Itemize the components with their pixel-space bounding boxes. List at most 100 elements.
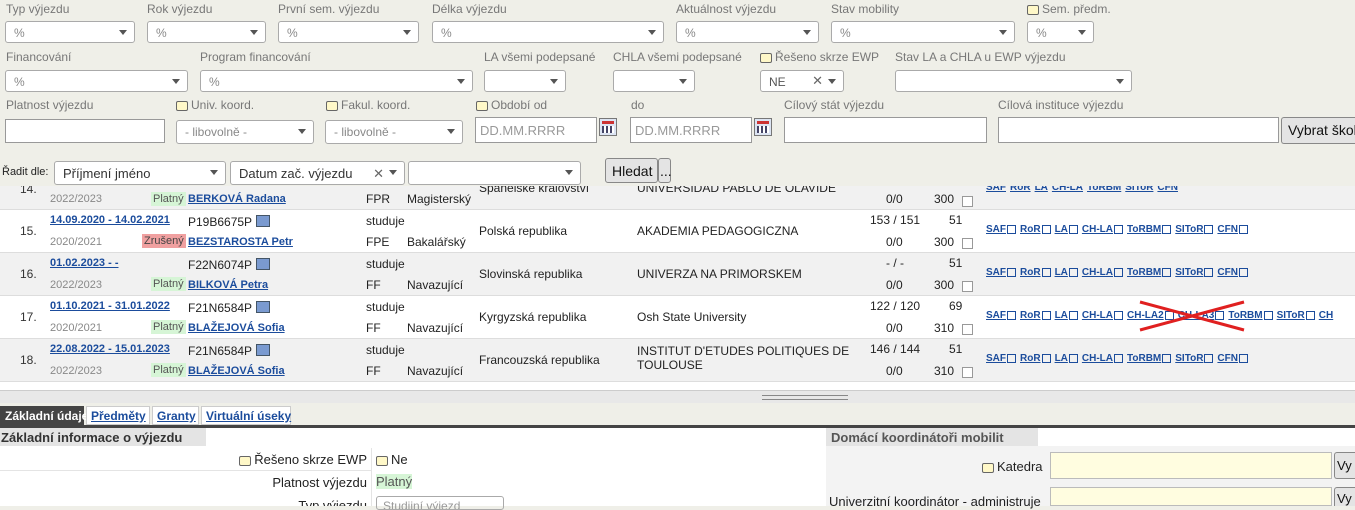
katedra-input[interactable] bbox=[1050, 452, 1332, 479]
univ-koordinator-input[interactable] bbox=[1050, 487, 1332, 506]
stav-la-chla-select[interactable] bbox=[895, 70, 1132, 92]
tab-predmety[interactable]: Předměty bbox=[86, 406, 150, 425]
link-text: SIToR bbox=[1276, 310, 1305, 321]
ror-link[interactable]: RoR bbox=[1020, 353, 1051, 364]
la-link[interactable]: LA bbox=[1055, 224, 1078, 235]
ror-link[interactable]: RoR bbox=[1020, 267, 1051, 278]
torbm-link[interactable]: ToRBM bbox=[1127, 353, 1172, 364]
id-card-icon[interactable] bbox=[256, 301, 271, 313]
ror-link[interactable]: RoR bbox=[1020, 224, 1051, 235]
table-row[interactable]: 15. 14.09.2020 - 14.02.2021 2020/2021 Zr… bbox=[0, 210, 1355, 253]
student-name-link[interactable]: BEZSTAROSTA Petr bbox=[188, 236, 293, 248]
sort2-select[interactable]: Datum zač. výjezdu ✕ bbox=[230, 161, 405, 185]
id-card-icon[interactable] bbox=[256, 344, 271, 356]
sort1-select[interactable]: Příjmení jméno bbox=[54, 161, 226, 185]
cfn-link[interactable]: CFN bbox=[1217, 353, 1248, 364]
chla-link[interactable]: CH-LA bbox=[1082, 310, 1124, 321]
ror-link[interactable]: RoR bbox=[1010, 186, 1031, 193]
date-range-link[interactable]: 01.02.2023 - - bbox=[50, 257, 119, 269]
date-range-link[interactable]: 14.09.2020 - 14.02.2021 bbox=[50, 214, 170, 226]
table-row[interactable]: 16. 01.02.2023 - - 2022/2023 Platný F22N… bbox=[0, 253, 1355, 296]
cilova-instituce-input[interactable] bbox=[998, 117, 1279, 143]
chla-link[interactable]: CH-LA bbox=[1082, 353, 1124, 364]
id-card-icon[interactable] bbox=[256, 258, 271, 270]
sitor-link[interactable]: SIToR bbox=[1277, 310, 1315, 321]
vybrat-katedra-button[interactable]: Vy bbox=[1334, 452, 1355, 479]
row-checkbox[interactable] bbox=[962, 238, 973, 249]
typ-vyjezdu-select[interactable]: Studijní výjezd bbox=[376, 496, 504, 510]
platnost-input[interactable] bbox=[5, 119, 165, 143]
calendar-icon[interactable] bbox=[754, 118, 772, 136]
date-range-link[interactable]: 22.08.2022 - 15.01.2023 bbox=[50, 343, 170, 355]
sitor-link[interactable]: SIToR bbox=[1175, 267, 1214, 278]
clear-icon[interactable]: ✕ bbox=[373, 166, 384, 182]
ror-link[interactable]: RoR bbox=[1020, 310, 1051, 321]
sitor-link[interactable]: SIToR bbox=[1175, 224, 1214, 235]
cilovy-stat-input[interactable] bbox=[784, 117, 987, 143]
search-button[interactable]: Hledat bbox=[605, 158, 658, 183]
id-card-icon[interactable] bbox=[256, 215, 271, 227]
student-name-link[interactable]: BILKOVÁ Petra bbox=[188, 279, 268, 291]
torbm-link[interactable]: ToRBM bbox=[1127, 267, 1172, 278]
la-link[interactable]: LA bbox=[1055, 353, 1078, 364]
prvni-sem-select[interactable]: % bbox=[278, 21, 419, 43]
sitor-link[interactable]: SIToR bbox=[1175, 353, 1214, 364]
la-link[interactable]: LA bbox=[1055, 310, 1078, 321]
sem-predm-select[interactable]: % bbox=[1027, 21, 1094, 43]
row-checkbox[interactable] bbox=[962, 324, 973, 335]
cfn-link[interactable]: CFN bbox=[1217, 224, 1248, 235]
cfn-link[interactable]: CFN bbox=[1217, 267, 1248, 278]
chla-link[interactable]: CH-LA bbox=[1082, 267, 1124, 278]
vybrat-skolu-button[interactable]: Vybrat škol bbox=[1281, 117, 1355, 144]
saf-link[interactable]: SAF bbox=[986, 224, 1016, 235]
more-button[interactable]: ... bbox=[658, 158, 672, 183]
detail-panel: Základní informace o výjezdu Řešeno skrz… bbox=[0, 428, 1355, 510]
calendar-icon[interactable] bbox=[599, 118, 617, 136]
ewp-select[interactable]: NE ✕ bbox=[760, 70, 844, 92]
la-link[interactable]: LA bbox=[1035, 186, 1048, 193]
sitor-link[interactable]: SIToR bbox=[1125, 186, 1153, 193]
student-name-link[interactable]: BLAŽEJOVÁ Sofia bbox=[188, 365, 285, 377]
table-row[interactable]: 18. 22.08.2022 - 15.01.2023 2022/2023 Pl… bbox=[0, 339, 1355, 382]
obdobi-do-input[interactable]: DD.MM.RRRR bbox=[630, 117, 752, 143]
row-checkbox[interactable] bbox=[962, 367, 973, 378]
vybrat-koordinator-button[interactable]: Vy bbox=[1334, 487, 1355, 506]
chla-podepsane-select[interactable] bbox=[613, 70, 695, 92]
stav-mobility-select[interactable]: % bbox=[831, 21, 1015, 43]
date-range-link[interactable]: 01.10.2021 - 31.01.2022 bbox=[50, 300, 170, 312]
financovani-select[interactable]: % bbox=[5, 70, 188, 92]
chla-link[interactable]: CH-LA bbox=[1052, 186, 1083, 193]
obdobi-od-input[interactable]: DD.MM.RRRR bbox=[475, 117, 597, 143]
student-name-link[interactable]: BERKOVÁ Radana bbox=[188, 193, 286, 205]
pane-splitter[interactable] bbox=[0, 390, 1355, 403]
saf-link[interactable]: SAF bbox=[986, 186, 1006, 193]
tab-zakladni-udaje[interactable]: Základní údaje bbox=[0, 406, 88, 425]
tab-granty[interactable]: Granty bbox=[152, 406, 199, 425]
typ-vyjezdu-select[interactable]: % bbox=[5, 21, 135, 43]
saf-link[interactable]: SAF bbox=[986, 267, 1016, 278]
la-podepsane-select[interactable] bbox=[484, 70, 566, 92]
sort3-select[interactable] bbox=[408, 161, 581, 185]
cfn-link[interactable]: CFN bbox=[1157, 186, 1178, 193]
torbm-link[interactable]: ToRBM bbox=[1087, 186, 1121, 193]
la-link[interactable]: LA bbox=[1055, 267, 1078, 278]
program-financovani-select[interactable]: % bbox=[200, 70, 473, 92]
ch-link[interactable]: CH bbox=[1319, 310, 1333, 321]
fakul-koord-select[interactable]: - libovolně - bbox=[325, 120, 463, 144]
student-name-link[interactable]: BLAŽEJOVÁ Sofia bbox=[188, 322, 285, 334]
table-row[interactable]: 17. 01.10.2021 - 31.01.2022 2020/2021 Pl… bbox=[0, 296, 1355, 339]
table-row[interactable]: 14. 2022/2023 Platný BERKOVÁ Radana FPR … bbox=[0, 186, 1355, 210]
rok-vyjezdu-select[interactable]: % bbox=[147, 21, 266, 43]
delka-vyjezdu-select[interactable]: % bbox=[432, 21, 664, 43]
univ-koord-select[interactable]: - libovolně - bbox=[176, 120, 314, 144]
link-text: SAF bbox=[986, 224, 1006, 235]
tab-virtualni-useky[interactable]: Virtuální úseky bbox=[201, 406, 291, 425]
aktualnost-select[interactable]: % bbox=[676, 21, 819, 43]
chla-link[interactable]: CH-LA bbox=[1082, 224, 1124, 235]
clear-icon[interactable]: ✕ bbox=[812, 73, 823, 89]
saf-link[interactable]: SAF bbox=[986, 310, 1016, 321]
saf-link[interactable]: SAF bbox=[986, 353, 1016, 364]
row-checkbox[interactable] bbox=[962, 281, 973, 292]
torbm-link[interactable]: ToRBM bbox=[1127, 224, 1172, 235]
row-checkbox[interactable] bbox=[962, 196, 973, 207]
